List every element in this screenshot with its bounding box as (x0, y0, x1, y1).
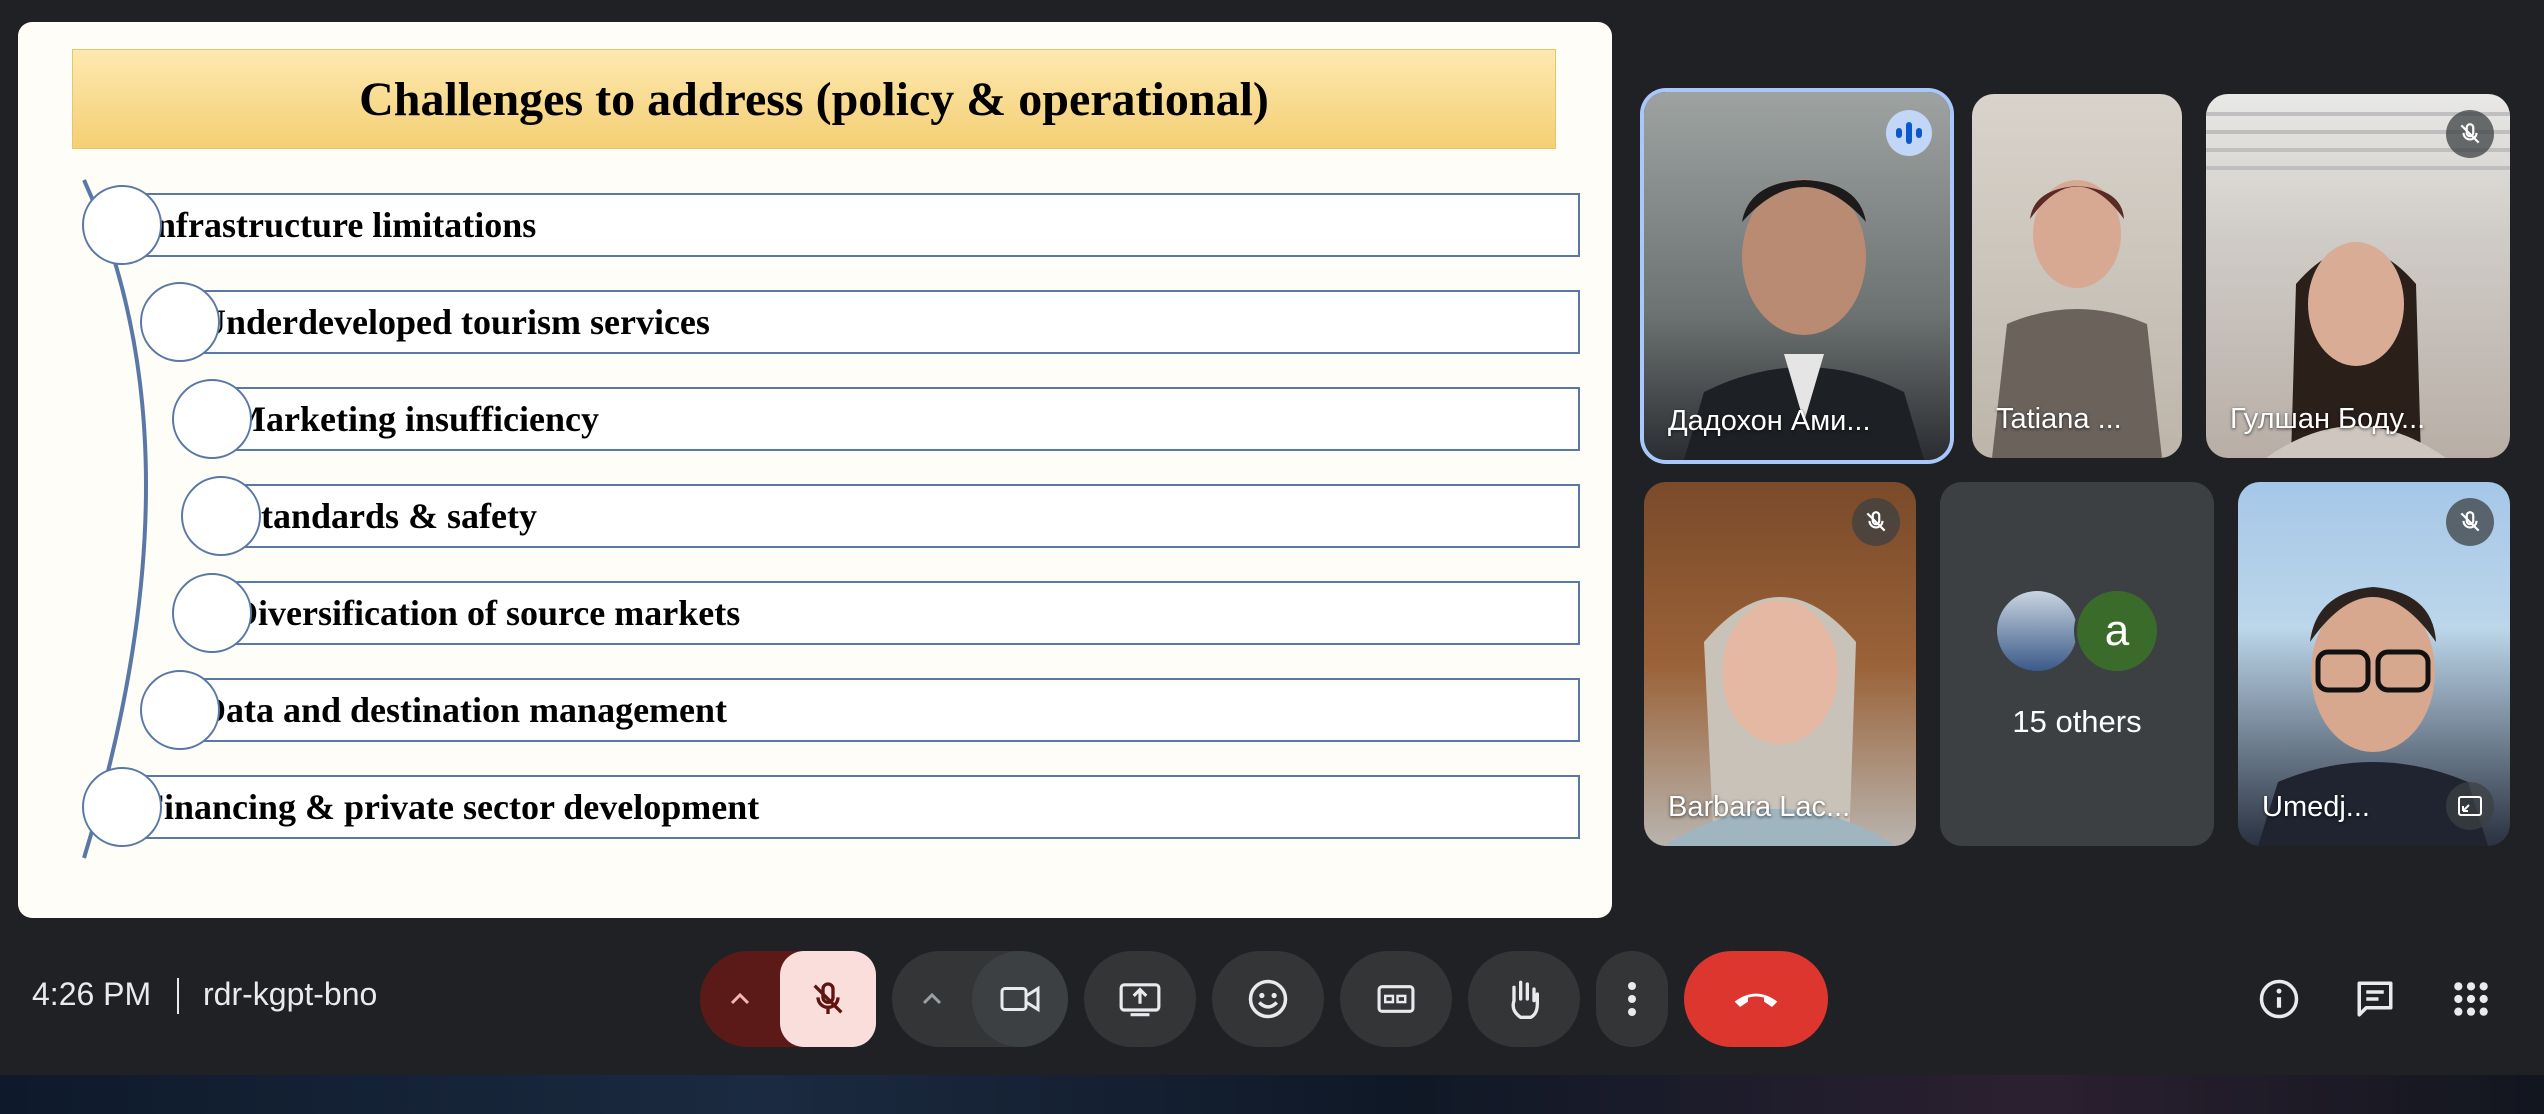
camera-options-button[interactable] (892, 951, 972, 1047)
speaking-indicator-icon (1886, 110, 1932, 156)
info-icon (2259, 979, 2299, 1019)
participant-name: Barbara Lac... (1668, 791, 1851, 823)
slide-item-label: Diversification of source markets (232, 593, 741, 633)
call-end-icon (1734, 993, 1778, 1007)
mic-off-icon (1852, 498, 1900, 546)
more-options-button[interactable] (1596, 951, 1668, 1047)
avatar (1994, 588, 2080, 674)
slide-item-label: Data and destination management (200, 690, 728, 730)
participant-name: Гулшан Боду... (2230, 403, 2426, 435)
divider (177, 978, 179, 1014)
presentation-slide: Challenges to address (policy & operatio… (18, 22, 1612, 918)
chat-icon (2357, 981, 2393, 1017)
slide-item-label: Financing & private sector development (142, 787, 760, 827)
slide-item-bullet (172, 379, 252, 459)
meet-window: Challenges to address (policy & operatio… (0, 0, 2544, 1075)
mic-toggle-button[interactable] (780, 951, 876, 1047)
slide-item: Underdeveloped tourism services (178, 290, 1580, 354)
reactions-button[interactable] (1212, 951, 1324, 1047)
slide-item: Infrastructure limitations (120, 193, 1580, 257)
hand-icon (1511, 980, 1539, 1019)
slide-item: Financing & private sector development (120, 775, 1580, 839)
slide-item-bullet (82, 185, 162, 265)
slide-item-label: Standards & safety (241, 496, 538, 536)
slide-item-bullet (181, 476, 261, 556)
slide-item-bullet (172, 573, 252, 653)
slide-item-bullet (82, 767, 162, 847)
participant-tile[interactable]: Гулшан Боду... (2206, 94, 2510, 458)
picture-in-picture-icon[interactable] (2446, 782, 2494, 830)
chevron-up-icon (730, 992, 750, 1005)
avatar: a (2074, 588, 2160, 674)
activities-button[interactable] (2438, 966, 2504, 1032)
participant-tile[interactable]: Barbara Lac... (1644, 482, 1916, 846)
camera-toggle-button[interactable] (972, 951, 1068, 1047)
others-count-label: 15 others (2012, 704, 2142, 739)
participant-name: Дадохон Ами... (1668, 405, 1871, 437)
slide-item-label: Marketing insufficiency (232, 399, 599, 439)
slide-item-bullet (140, 670, 220, 750)
participant-name: Tatiana ... (1996, 403, 2122, 435)
leave-call-button[interactable] (1684, 951, 1828, 1047)
more-vert-icon (1628, 982, 1636, 1016)
participant-tile[interactable]: Tatiana ... (1972, 94, 2182, 458)
mic-off-icon (813, 982, 843, 1014)
others-tile[interactable]: a 15 others (1940, 482, 2214, 846)
slide-item-label: Underdeveloped tourism services (200, 302, 710, 342)
slide-item-bullet (140, 282, 220, 362)
participant-name: Umedj... (2262, 791, 2370, 823)
slide-item-label: Infrastructure limitations (142, 205, 537, 245)
slide-item: Standards & safety (219, 484, 1580, 548)
present-button[interactable] (1084, 951, 1196, 1047)
others-avatars: a (1994, 588, 2160, 674)
slide-item: Marketing insufficiency (210, 387, 1580, 451)
mic-off-icon (2446, 110, 2494, 158)
camera-control-group (892, 951, 1068, 1047)
mic-options-button[interactable] (700, 951, 780, 1047)
mic-control-group (700, 951, 876, 1047)
background-strip (0, 1075, 2544, 1114)
apps-grid-icon (2454, 982, 2488, 1016)
chat-button[interactable] (2342, 966, 2408, 1032)
mic-off-icon (2446, 498, 2494, 546)
participant-tile[interactable]: Дадохон Ами... (1644, 92, 1950, 460)
chevron-up-icon (922, 992, 942, 1005)
participant-tile[interactable]: Umedj... (2238, 482, 2510, 846)
meeting-time: 4:26 PM (32, 976, 152, 1012)
videocam-icon (1000, 985, 1040, 1013)
meeting-code: rdr-kgpt-bno (203, 976, 378, 1012)
present-to-all-icon (1119, 983, 1161, 1017)
captions-button[interactable] (1340, 951, 1452, 1047)
slide-item: Data and destination management (178, 678, 1580, 742)
meeting-details-button[interactable] (2246, 966, 2312, 1032)
slide-item: Diversification of source markets (210, 581, 1580, 645)
closed-caption-icon (1377, 985, 1415, 1013)
emoji-icon (1248, 979, 1288, 1019)
raise-hand-button[interactable] (1468, 951, 1580, 1047)
